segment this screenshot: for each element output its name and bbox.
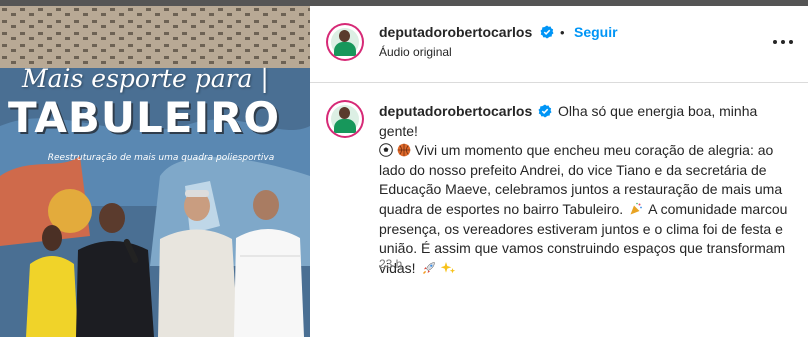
soccer-ball-icon [379, 143, 393, 157]
video-subtitle: Reestruturação de mais uma quadra polies… [47, 153, 275, 163]
basketball-icon [397, 143, 411, 157]
header-username[interactable]: deputadorobertocarlos [379, 24, 532, 40]
video-title-script: Mais esporte para | [22, 64, 269, 93]
caption-username[interactable]: deputadorobertocarlos [379, 103, 532, 119]
rocket-icon [423, 261, 436, 274]
more-options-icon[interactable] [771, 30, 795, 54]
party-popper-icon [630, 202, 642, 215]
caption-line-5: quadra de esportes no bairro Tabuleiro. [379, 200, 624, 217]
author-avatar[interactable] [328, 25, 362, 59]
post-header: deputadorobertocarlos • Seguir Áudio ori… [310, 6, 808, 83]
sparkles-icon [441, 261, 456, 274]
verified-badge-icon [538, 104, 552, 118]
caption-line-2: Vivi um momento que encheu meu coração d… [414, 142, 774, 159]
audio-label[interactable]: Áudio original [379, 45, 452, 59]
post-caption: deputadorobertocarlos Olha só que energi… [379, 102, 799, 278]
caption-line-3: lado do nosso prefeito Andrei, do vice T… [379, 161, 767, 178]
video-scene [0, 6, 310, 337]
verified-badge-icon [540, 25, 554, 39]
caption-line-4: Educação Maeve, celebramos juntos a rest… [379, 181, 783, 198]
caption-line-6: A comunidade marcou [648, 200, 788, 217]
video-title-big: TABULEIRO [8, 93, 281, 142]
post-video[interactable]: Mais esporte para | TABULEIRO Reestrutur… [0, 6, 310, 337]
caption-author-avatar[interactable] [328, 102, 362, 136]
caption-line-8: união. É assim que vamos construindo esp… [379, 240, 786, 257]
post-timestamp[interactable]: 23 h [379, 257, 402, 271]
separator-dot: • [560, 25, 565, 40]
post-details-panel: deputadorobertocarlos • Seguir Áudio ori… [310, 6, 808, 337]
follow-button[interactable]: Seguir [574, 24, 618, 40]
caption-line-7: presença, os vereadores estiveram juntos… [379, 220, 783, 237]
